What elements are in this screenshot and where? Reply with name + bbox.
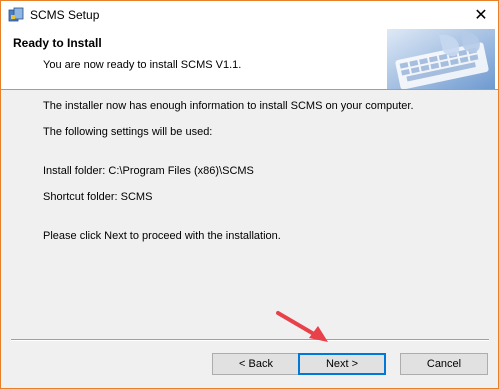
page-title: Ready to Install	[13, 36, 102, 50]
installer-app-icon	[8, 7, 24, 22]
keyboard-typing-illustration	[387, 29, 495, 89]
next-button[interactable]: Next >	[298, 353, 386, 375]
wizard-header: Ready to Install You are now ready to in…	[1, 29, 498, 90]
button-separator	[11, 339, 489, 341]
install-folder-text: Install folder: C:\Program Files (x86)\S…	[43, 165, 254, 177]
shortcut-folder-text: Shortcut folder: SCMS	[43, 191, 153, 203]
close-icon: ✕	[474, 7, 488, 24]
cancel-button[interactable]: Cancel	[400, 353, 488, 375]
close-button[interactable]: ✕	[464, 1, 498, 29]
window-title: SCMS Setup	[30, 8, 100, 22]
back-button[interactable]: < Back	[212, 353, 300, 375]
title-bar[interactable]: SCMS Setup ✕	[1, 1, 498, 29]
info-text: The installer now has enough information…	[43, 100, 414, 112]
proceed-instruction-text: Please click Next to proceed with the in…	[43, 230, 281, 242]
settings-intro-text: The following settings will be used:	[43, 126, 213, 138]
page-subtitle: You are now ready to install SCMS V1.1.	[43, 59, 242, 71]
setup-window: SCMS Setup ✕ Ready to Install You are no…	[0, 0, 499, 389]
